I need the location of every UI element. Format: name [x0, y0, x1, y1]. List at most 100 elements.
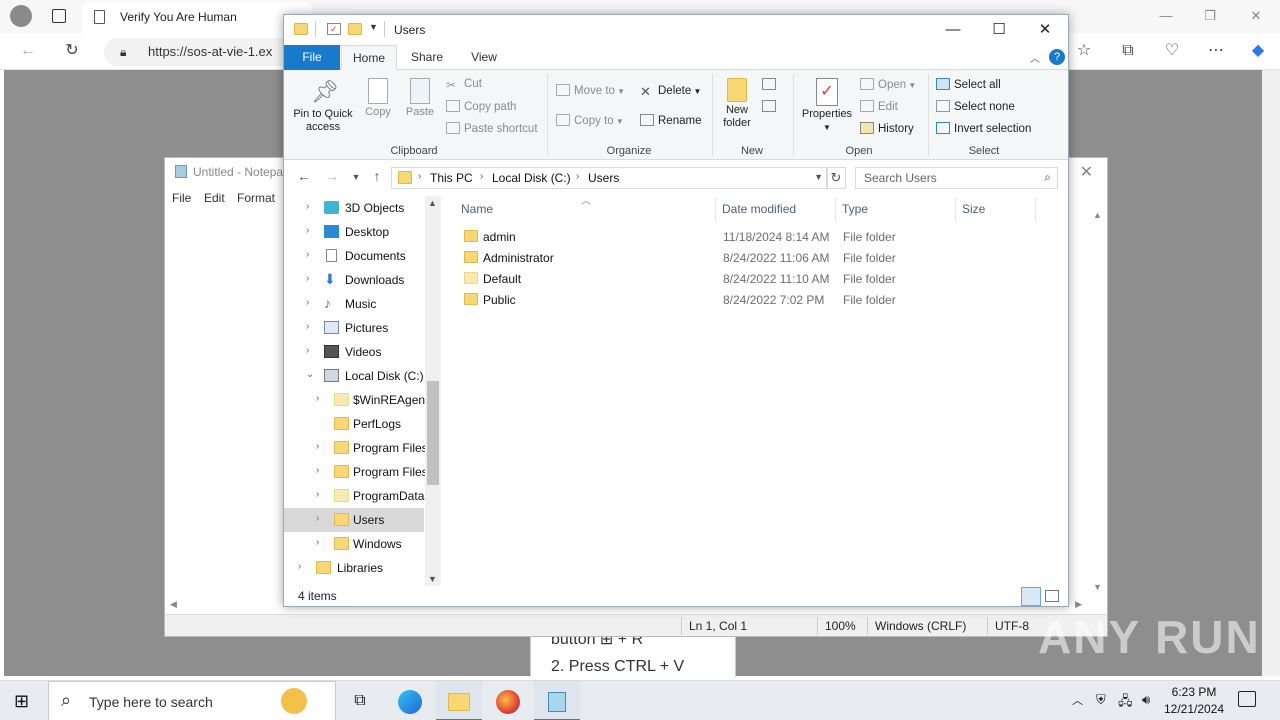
tree-item-documents[interactable]: › Documents [284, 244, 424, 268]
notepad-taskbar-icon[interactable] [534, 681, 580, 720]
tree-item-perflogs[interactable]: PerfLogs [284, 412, 424, 436]
properties-button[interactable]: ✓ Properties ▼ [798, 74, 856, 134]
copy-button[interactable]: Copy [360, 74, 396, 119]
windows-start-icon[interactable]: ⊞ [14, 692, 29, 710]
breadcrumb-this-pc[interactable]: This PC [430, 171, 473, 185]
tree-item-program-files-x86[interactable]: › Program Files [284, 460, 428, 484]
restore-icon[interactable]: ❐ [1200, 6, 1220, 26]
properties-qat-icon[interactable]: ✓ [327, 23, 341, 35]
tree-item-winreagent[interactable]: › $WinREAgent [284, 388, 428, 412]
tab-actions-icon[interactable] [52, 9, 66, 23]
pin-quick-access-button[interactable]: 📌︎ Pin to Quick access [290, 74, 356, 134]
tree-item-windows[interactable]: › Windows [284, 532, 424, 556]
volume-icon[interactable]: 🔊︎ [1142, 692, 1150, 708]
up-icon[interactable]: ↑ [368, 168, 386, 184]
notepad-menu-file[interactable]: File [172, 191, 191, 205]
maximize-icon[interactable]: ☐ [976, 15, 1022, 45]
tree-item-program-files[interactable]: › Program Files [284, 436, 428, 460]
page-scrollbar[interactable] [1262, 70, 1280, 676]
notepad-close-icon[interactable]: ✕ [1080, 162, 1093, 182]
easy-access-icon[interactable] [762, 100, 776, 112]
customize-qat-icon[interactable]: ▼ [369, 22, 378, 32]
edit-button[interactable]: Edit [860, 100, 898, 113]
close-icon[interactable]: ✕ [1246, 6, 1266, 26]
minimize-icon[interactable]: — [930, 15, 976, 45]
column-type[interactable]: Type [842, 202, 868, 216]
navigation-scrollbar[interactable]: ▲ ▼ [425, 196, 441, 586]
more-icon[interactable]: ⋯ [1204, 39, 1228, 63]
refresh-icon[interactable]: ↻ [826, 167, 846, 189]
refresh-icon[interactable]: ↻ [60, 39, 84, 63]
details-view-icon[interactable] [1021, 587, 1041, 606]
network-icon[interactable]: 🖧︎ [1118, 692, 1133, 714]
address-bar[interactable]: › This PC › Local Disk (C:) › Users ▼ [391, 167, 828, 189]
rename-button[interactable]: Rename [640, 114, 701, 127]
history-button[interactable]: History [860, 122, 914, 135]
cut-button[interactable]: ✂ Cut [446, 78, 482, 92]
notepad-menu-edit[interactable]: Edit [204, 191, 225, 205]
notepad-menu-format[interactable]: Format [237, 191, 275, 205]
breadcrumb-local-disk[interactable]: Local Disk (C:) [492, 171, 571, 185]
file-row[interactable]: Default 8/24/2022 11:10 AM File folder [458, 269, 1048, 290]
column-name[interactable]: Name [461, 202, 493, 216]
move-to-button[interactable]: Move to ▼ [556, 84, 625, 97]
tree-item-local-disk[interactable]: ⌄ Local Disk (C:) [284, 364, 424, 388]
firefox-taskbar-icon[interactable] [485, 681, 531, 720]
address-dropdown-icon[interactable]: ▼ [814, 172, 823, 182]
notepad-scrollbar[interactable]: ▲ ▼ [1089, 206, 1107, 596]
tree-item-libraries[interactable]: › Libraries [284, 556, 424, 580]
back-icon[interactable]: ← [16, 39, 40, 63]
security-icon[interactable]: ⛨ [1096, 692, 1106, 708]
notifications-icon[interactable] [1238, 691, 1256, 707]
show-hidden-icons-icon[interactable]: ︿ [1072, 692, 1083, 708]
collapse-ribbon-icon[interactable]: ︿ [1030, 50, 1040, 65]
edge-taskbar-icon[interactable] [387, 681, 433, 720]
invert-selection-button[interactable]: Invert selection [936, 122, 1031, 135]
browser-tab[interactable]: Verify You Are Human [82, 2, 312, 33]
tab-share[interactable]: Share [402, 45, 452, 70]
collections-icon[interactable]: ⧉ [1116, 39, 1140, 63]
select-all-button[interactable]: Select all [936, 78, 1001, 91]
copy-to-button[interactable]: Copy to ▼ [556, 114, 624, 127]
tab-file[interactable]: File [284, 45, 340, 70]
copy-path-button[interactable]: Copy path [446, 100, 516, 113]
new-item-icon[interactable] [762, 78, 776, 90]
tab-view[interactable]: View [459, 45, 509, 70]
taskbar-clock[interactable]: 6:23 PM 12/21/2024 [1160, 684, 1228, 718]
copilot-icon[interactable]: ◆ [1246, 39, 1270, 63]
large-icons-view-icon[interactable] [1045, 590, 1059, 602]
file-row[interactable]: admin 11/18/2024 8:14 AM File folder [458, 227, 1048, 248]
browser-essentials-icon[interactable]: ♡ [1160, 39, 1184, 63]
tree-item-users[interactable]: › Users [284, 508, 424, 532]
column-date-modified[interactable]: Date modified [722, 202, 796, 216]
paste-button[interactable]: Paste [402, 74, 438, 119]
tree-item-downloads[interactable]: › ⬇ Downloads [284, 268, 424, 292]
tab-home[interactable]: Home [341, 45, 397, 70]
search-input[interactable]: Search Users ⌕ [855, 167, 1058, 189]
tree-item-pictures[interactable]: › Pictures [284, 316, 424, 340]
taskbar-search-box[interactable]: ⌕ Type here to search [48, 681, 336, 720]
select-none-button[interactable]: Select none [936, 100, 1015, 113]
tree-item-programdata[interactable]: › ProgramData [284, 484, 424, 508]
recent-locations-icon[interactable]: ▼ [347, 172, 365, 182]
forward-icon[interactable]: → [323, 168, 341, 184]
file-row[interactable]: Public 8/24/2022 7:02 PM File folder [458, 290, 1048, 311]
breadcrumb-users[interactable]: Users [588, 171, 619, 185]
scrollbar-thumb[interactable] [427, 381, 439, 485]
close-icon[interactable]: ✕ [1022, 15, 1068, 45]
new-folder-button[interactable]: New folder [716, 74, 758, 130]
task-view-icon[interactable]: ⧉ [337, 681, 383, 720]
column-size[interactable]: Size [962, 202, 985, 216]
minimize-icon[interactable]: — [1156, 6, 1176, 26]
tree-item-3d-objects[interactable]: › 3D Objects [284, 196, 424, 220]
tree-item-music[interactable]: › ♪ Music [284, 292, 424, 316]
help-icon[interactable]: ? [1049, 49, 1065, 65]
delete-button[interactable]: ✕ Delete ▼ [640, 84, 701, 99]
back-icon[interactable]: ← [295, 168, 313, 184]
file-row[interactable]: Administrator 8/24/2022 11:06 AM File fo… [458, 248, 1048, 269]
paste-shortcut-button[interactable]: Paste shortcut [446, 122, 538, 135]
tree-item-videos[interactable]: › Videos [284, 340, 424, 364]
new-folder-qat-icon[interactable] [348, 23, 362, 35]
tree-item-desktop[interactable]: › Desktop [284, 220, 424, 244]
profile-icon[interactable] [10, 5, 32, 27]
